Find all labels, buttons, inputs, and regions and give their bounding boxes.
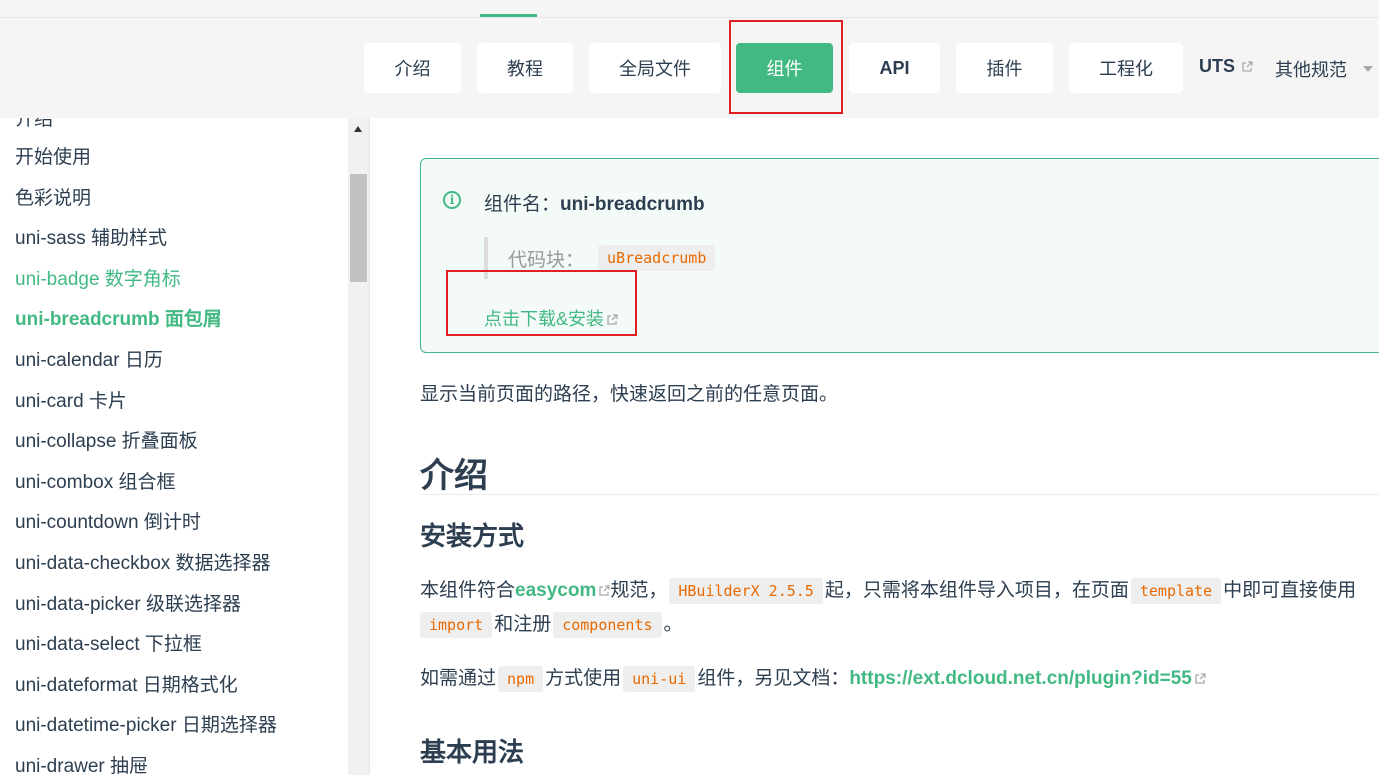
heading-basic-usage: 基本用法 [420, 737, 525, 767]
heading-install: 安装方式 [420, 521, 525, 551]
snippet-quote: 代码块： uBreadcrumb [484, 237, 716, 279]
download-install-link[interactable]: 点击下载&安装 [484, 305, 618, 331]
external-link-icon [1242, 60, 1253, 72]
scroll-up-arrow-icon[interactable] [354, 126, 362, 132]
sidebar-item-uni-data-picker[interactable]: uni-data-picker 级联选择器 [15, 589, 241, 616]
component-description: 显示当前页面的路径，快速返回之前的任意页面。 [420, 384, 839, 405]
text-span: 。 [663, 614, 683, 635]
tab-components[interactable]: 组件 [736, 43, 833, 93]
sidebar-item-uni-datetime-picker[interactable]: uni-datetime-picker 日期选择器 [15, 710, 277, 737]
nav-uts-label: UTS [1199, 56, 1235, 76]
sidebar-item-uni-sass[interactable]: uni-sass 辅助样式 [15, 223, 167, 250]
sidebar-item-uni-data-checkbox[interactable]: uni-data-checkbox 数据选择器 [15, 548, 271, 575]
component-title: 组件名：uni-breadcrumb [484, 189, 705, 216]
tab-intro[interactable]: 介绍 [364, 43, 461, 93]
heading-intro: 介绍 [420, 457, 488, 495]
component-info-box: i 组件名：uni-breadcrumb 代码块： uBreadcrumb 点击… [420, 158, 1379, 353]
sidebar-item-uni-combox[interactable]: uni-combox 组合框 [15, 467, 176, 494]
sidebar-item-uni-countdown[interactable]: uni-countdown 倒计时 [15, 507, 201, 534]
top-divider [0, 17, 1379, 18]
sidebar-item-uni-collapse[interactable]: uni-collapse 折叠面板 [15, 426, 198, 453]
heading-divider [420, 494, 1379, 495]
nav-other-dropdown[interactable]: 其他规范 [1275, 56, 1373, 82]
text-span: 和注册 [494, 614, 552, 635]
nav-uts-link[interactable]: UTS [1199, 56, 1253, 77]
sidebar-item-uni-card[interactable]: uni-card 卡片 [15, 386, 127, 413]
snippet-label: 代码块： [508, 249, 585, 271]
sidebar-item-uni-drawer[interactable]: uni-drawer 抽屉 [15, 751, 148, 775]
text-span: 中即可直接使用 [1223, 580, 1357, 601]
nav-other-label: 其他规范 [1275, 60, 1347, 80]
external-link-icon [607, 314, 618, 325]
inline-code: components [553, 612, 662, 638]
sidebar: 介绍 开始使用 色彩说明 uni-sass 辅助样式 uni-badge 数字角… [0, 118, 370, 775]
easycom-link-label: easycom [515, 580, 597, 601]
main-content: i 组件名：uni-breadcrumb 代码块： uBreadcrumb 点击… [371, 118, 1379, 775]
tab-tutorial[interactable]: 教程 [477, 43, 573, 93]
sidebar-item-colors[interactable]: 色彩说明 [15, 183, 91, 210]
sidebar-scrollbar[interactable] [348, 118, 369, 775]
sidebar-item-getting-started[interactable]: 开始使用 [15, 142, 91, 169]
tab-plugins[interactable]: 插件 [956, 43, 1053, 93]
plugin-doc-link-label: https://ext.dcloud.net.cn/plugin?id=55 [849, 668, 1192, 689]
component-name: uni-breadcrumb [560, 194, 705, 215]
plugin-doc-link[interactable]: https://ext.dcloud.net.cn/plugin?id=55 [849, 668, 1206, 689]
external-link-icon [1195, 673, 1206, 684]
chevron-down-icon [1363, 66, 1373, 72]
inline-code: npm [498, 666, 544, 692]
text-span: 本组件符合 [420, 580, 516, 601]
easycom-link[interactable]: easycom [515, 580, 611, 601]
sidebar-item-uni-dateformat[interactable]: uni-dateformat 日期格式化 [15, 670, 238, 697]
inline-code: import [420, 612, 493, 638]
text-span: 规范， [610, 580, 668, 601]
text-span: 方式使用 [545, 668, 622, 689]
sidebar-item-uni-data-select[interactable]: uni-data-select 下拉框 [15, 629, 202, 656]
tab-engineering[interactable]: 工程化 [1069, 43, 1183, 93]
sidebar-item-uni-breadcrumb[interactable]: uni-breadcrumb 面包屑 [15, 304, 222, 331]
text-span: 起，只需将本组件导入项目，在页面 [824, 580, 1129, 601]
inline-code: uni-ui [623, 666, 696, 692]
sidebar-item-intro[interactable]: 介绍 [15, 118, 53, 131]
sidebar-item-uni-calendar[interactable]: uni-calendar 日历 [15, 345, 163, 372]
tab-api[interactable]: API [849, 43, 940, 93]
inline-code: template [1130, 578, 1222, 604]
install-paragraph-line2: import 和注册 components。 [420, 609, 683, 638]
text-span: 如需通过 [420, 668, 497, 689]
snippet-code: uBreadcrumb [598, 245, 716, 271]
scrollbar-thumb[interactable] [350, 174, 367, 282]
sidebar-item-uni-badge[interactable]: uni-badge 数字角标 [15, 264, 181, 291]
external-link-icon [599, 585, 611, 596]
install-paragraph-line1: 本组件符合easycom 规范， HBuilderX 2.5.5 起，只需将本组件导入… [420, 575, 1357, 604]
text-span: 组件，另见文档： [697, 668, 850, 689]
tab-global-files[interactable]: 全局文件 [589, 43, 721, 93]
inline-code: HBuilderX 2.5.5 [669, 578, 823, 604]
npm-paragraph: 如需通过 npm 方式使用 uni-ui 组件，另见文档：https://ext.dcl… [420, 663, 1206, 692]
top-navbar: 介绍 教程 全局文件 组件 API 插件 工程化 UTS 其他规范 [0, 0, 1379, 118]
download-install-label: 点击下载&安装 [484, 309, 605, 329]
component-title-prefix: 组件名： [484, 194, 561, 215]
info-icon: i [443, 191, 461, 209]
